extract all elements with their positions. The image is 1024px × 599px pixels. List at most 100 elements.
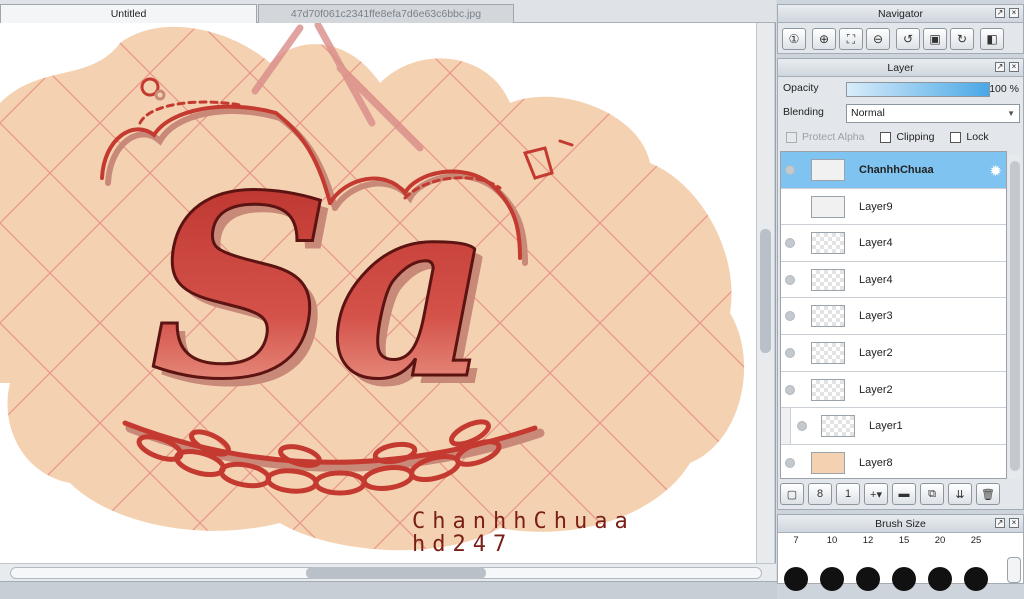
signature-name: ChanhhChuaa [412,509,635,534]
right-panels: Navigator ↗ × ① ⊕ ⛶ ⊖ ↺ ▣ ↻ ◧ Layer ↗ × Op… [777,0,1024,599]
merge-down-icon[interactable]: ⇊ [948,483,972,505]
brush-size-label[interactable]: 12 [854,535,882,546]
visibility-icon[interactable] [797,421,807,432]
undock-icon[interactable]: ↗ [995,62,1005,72]
brush-size-swatch[interactable] [820,567,844,591]
add-special-layer-icon[interactable]: +▾ [864,483,888,505]
tab-image-file[interactable]: 47d70f061c2341ffe8efa7d6e63c6bbc.jpg [258,4,514,23]
visibility-icon[interactable] [785,311,795,322]
flip-icon[interactable]: ◧ [980,28,1004,50]
brush-size-grid: 7 10 12 15 20 25 [778,533,1023,591]
layer-thumbnail [811,451,845,474]
blending-value: Normal [851,107,885,119]
checkbox-box [786,131,797,143]
layer-name: Layer2 [859,346,893,359]
close-icon[interactable]: × [1009,518,1019,528]
layer-row[interactable]: ChanhhChuaa ✹ [781,152,1006,189]
brush-size-swatch[interactable] [784,567,808,591]
layer-row[interactable]: Layer4 [781,261,1006,299]
brush-size-label[interactable]: 15 [890,535,918,546]
clipping-checkbox[interactable]: Clipping [880,131,934,143]
canvas-horizontal-scrollbar[interactable] [0,563,776,581]
brush-size-label[interactable]: 25 [962,535,990,546]
fit-window-icon[interactable]: ⛶ [839,28,863,50]
layer-title-bar: Layer ↗ × [778,59,1023,77]
layer-name: Layer2 [859,383,893,396]
clipping-arrow-icon [781,408,791,445]
layer-list-scrollbar[interactable] [1008,155,1022,479]
rotate-left-icon[interactable]: ↺ [896,28,920,50]
navigator-toolbar: ① ⊕ ⛶ ⊖ ↺ ▣ ↻ ◧ [778,23,1023,55]
layer-thumbnail [811,159,845,181]
visibility-icon[interactable] [785,238,795,249]
close-icon[interactable]: × [1009,8,1019,18]
navigator-title-bar: Navigator ↗ × [778,5,1023,23]
brush-size-label[interactable]: 10 [818,535,846,546]
new-layer-1bit-icon[interactable]: 1 [836,483,860,505]
signature-id: hd247 [412,532,513,557]
layer-list: ChanhhChuaa ✹ Layer9 Layer4 Layer4 Layer… [780,151,1007,479]
brush-size-label[interactable]: 7 [782,535,810,546]
lock-label: Lock [966,131,989,143]
checkbox-box [880,131,892,143]
opacity-value: 100 % [989,83,1019,95]
brush-size-swatch[interactable] [892,567,916,591]
visibility-icon[interactable] [785,274,795,285]
layer-row[interactable]: Layer3 [781,298,1006,335]
layer-row-clipped[interactable]: Layer1 [781,408,1006,445]
undock-icon[interactable]: ↗ [995,8,1005,18]
brush-size-title-bar: Brush Size ↗ × [778,515,1023,533]
layer-row[interactable]: Layer2 [781,371,1006,409]
protect-alpha-checkbox[interactable]: Protect Alpha [786,131,864,143]
layer-row[interactable]: Layer9 [781,188,1006,226]
opacity-slider[interactable] [846,82,990,97]
rotate-right-icon[interactable]: ↻ [950,28,974,50]
layer-thumbnail [811,378,845,401]
brush-size-panel: Brush Size ↗ × 7 10 12 15 20 25 [777,514,1024,591]
drawing-canvas[interactable]: Sa Sa ChanhhChuaa hd247 [0,23,756,563]
layer-name: Layer9 [859,200,893,213]
vertical-scroll-thumb[interactable] [760,229,771,353]
layer-panel-title: Layer [887,62,914,74]
layer-row[interactable]: Layer2 [781,334,1006,372]
tab-untitled[interactable]: Untitled [0,4,257,23]
new-layer-icon[interactable]: ▢ [780,483,804,505]
visibility-icon[interactable] [785,347,795,358]
layer-row[interactable]: Layer4 [781,225,1006,262]
layer-name: ChanhhChuaa [859,164,934,176]
layer-row[interactable]: Layer8 [781,444,1006,478]
chevron-down-icon: ▼ [1007,109,1015,118]
brush-size-swatch[interactable] [964,567,988,591]
lock-checkbox[interactable]: Lock [950,131,989,143]
layer-thumbnail [811,195,845,218]
clipping-label: Clipping [896,131,935,143]
zoom-actual-icon[interactable]: ① [782,28,806,50]
copy-layer-icon[interactable]: ⧉ [920,483,944,505]
blending-select[interactable]: Normal ▼ [846,104,1020,123]
horizontal-scroll-thumb[interactable] [306,567,486,579]
zoom-out-icon[interactable]: ⊖ [866,28,890,50]
zoom-in-icon[interactable]: ⊕ [812,28,836,50]
layer-name: Layer4 [859,237,893,250]
visibility-icon[interactable] [785,384,795,395]
reset-rotation-icon[interactable]: ▣ [923,28,947,50]
new-layer-8bit-icon[interactable]: 8 [808,483,832,505]
brush-size-swatch[interactable] [856,567,880,591]
blending-label: Blending [783,106,824,118]
layer-thumbnail [811,341,845,364]
visibility-icon[interactable] [785,165,795,175]
layer-toolbar: ▢ 8 1 +▾ ▬ ⧉ ⇊ 🗑 [780,483,1000,505]
canvas-vertical-scrollbar[interactable] [756,23,774,563]
brush-size-swatch[interactable] [928,567,952,591]
undock-icon[interactable]: ↗ [995,518,1005,528]
close-icon[interactable]: × [1009,62,1019,72]
brush-size-label[interactable]: 20 [926,535,954,546]
layer-scroll-thumb[interactable] [1010,161,1020,471]
layer-name: Layer1 [869,420,903,433]
gear-icon[interactable]: ✹ [989,162,1002,180]
visibility-icon[interactable] [785,457,795,468]
big-lettering: Sa Sa [149,139,501,443]
new-folder-icon[interactable]: ▬ [892,483,916,505]
delete-layer-icon[interactable]: 🗑 [976,483,1000,505]
brush-size-scrollbar[interactable] [1007,557,1021,583]
